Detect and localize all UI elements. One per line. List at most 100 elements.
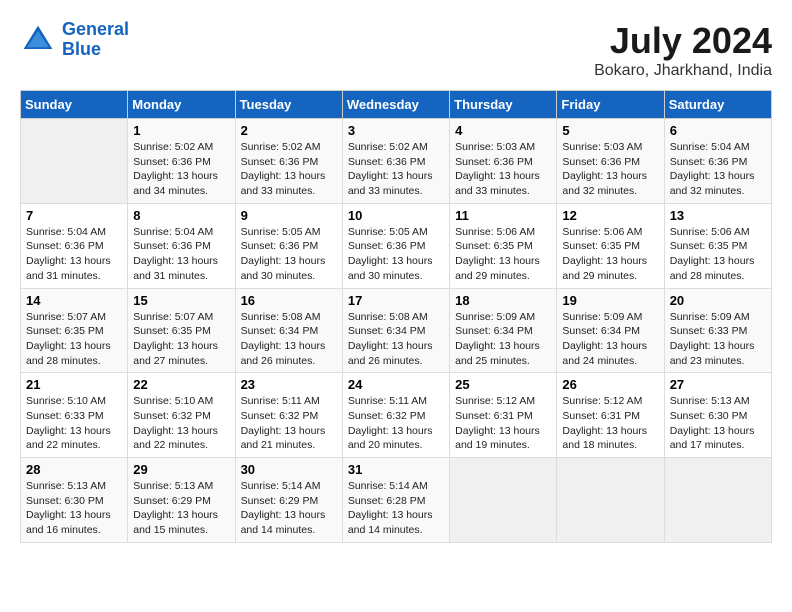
calendar-day-cell: 1 Sunrise: 5:02 AMSunset: 6:36 PMDaylight… — [128, 119, 235, 204]
day-info: Sunrise: 5:03 AMSunset: 6:36 PMDaylight:… — [455, 140, 551, 199]
weekday-header: Wednesday — [342, 91, 449, 119]
day-number: 17 — [348, 293, 444, 308]
weekday-header: Tuesday — [235, 91, 342, 119]
day-number: 28 — [26, 462, 122, 477]
day-info: Sunrise: 5:07 AMSunset: 6:35 PMDaylight:… — [133, 310, 229, 369]
calendar-day-cell: 30 Sunrise: 5:14 AMSunset: 6:29 PMDayligh… — [235, 458, 342, 543]
calendar-day-cell: 3Sunrise: 5:02 AMSunset: 6:36 PMDaylight… — [342, 119, 449, 204]
calendar-day-cell: 4 Sunrise: 5:03 AMSunset: 6:36 PMDaylight… — [450, 119, 557, 204]
day-number: 12 — [562, 208, 658, 223]
logo-icon — [20, 22, 56, 58]
weekday-header: Saturday — [664, 91, 771, 119]
day-info: Sunrise: 5:08 AMSunset: 6:34 PMDaylight:… — [348, 310, 444, 369]
calendar-day-cell: 9Sunrise: 5:05 AMSunset: 6:36 PMDaylight… — [235, 203, 342, 288]
day-number: 23 — [241, 377, 337, 392]
logo: General Blue — [20, 20, 129, 60]
calendar-day-cell: 25 Sunrise: 5:12 AMSunset: 6:31 PMDayligh… — [450, 373, 557, 458]
calendar-day-cell: 27 Sunrise: 5:13 AMSunset: 6:30 PMDayligh… — [664, 373, 771, 458]
day-info: Sunrise: 5:02 AMSunset: 6:36 PMDaylight:… — [241, 140, 337, 199]
calendar-week-row: 28 Sunrise: 5:13 AMSunset: 6:30 PMDayligh… — [21, 458, 772, 543]
calendar-week-row: 1 Sunrise: 5:02 AMSunset: 6:36 PMDaylight… — [21, 119, 772, 204]
day-number: 4 — [455, 123, 551, 138]
calendar-day-cell: 11 Sunrise: 5:06 AMSunset: 6:35 PMDayligh… — [450, 203, 557, 288]
day-number: 20 — [670, 293, 766, 308]
page-header: General Blue July 2024 Bokaro, Jharkhand… — [20, 20, 772, 80]
day-number: 31 — [348, 462, 444, 477]
day-number: 29 — [133, 462, 229, 477]
day-info: Sunrise: 5:04 AMSunset: 6:36 PMDaylight:… — [670, 140, 766, 199]
day-number: 26 — [562, 377, 658, 392]
logo-text: General Blue — [62, 20, 129, 60]
day-number: 25 — [455, 377, 551, 392]
title-block: July 2024 Bokaro, Jharkhand, India — [594, 20, 772, 80]
day-info: Sunrise: 5:11 AMSunset: 6:32 PMDaylight:… — [241, 394, 337, 453]
calendar-day-cell: 18 Sunrise: 5:09 AMSunset: 6:34 PMDayligh… — [450, 288, 557, 373]
calendar-day-cell — [557, 458, 664, 543]
day-info: Sunrise: 5:03 AMSunset: 6:36 PMDaylight:… — [562, 140, 658, 199]
day-info: Sunrise: 5:09 AMSunset: 6:34 PMDaylight:… — [455, 310, 551, 369]
day-info: Sunrise: 5:09 AMSunset: 6:34 PMDaylight:… — [562, 310, 658, 369]
location: Bokaro, Jharkhand, India — [594, 62, 772, 80]
day-info: Sunrise: 5:06 AMSunset: 6:35 PMDaylight:… — [670, 225, 766, 284]
calendar-day-cell: 26 Sunrise: 5:12 AMSunset: 6:31 PMDayligh… — [557, 373, 664, 458]
calendar-week-row: 14 Sunrise: 5:07 AMSunset: 6:35 PMDayligh… — [21, 288, 772, 373]
day-info: Sunrise: 5:13 AMSunset: 6:29 PMDaylight:… — [133, 479, 229, 538]
day-info: Sunrise: 5:06 AMSunset: 6:35 PMDaylight:… — [455, 225, 551, 284]
day-info: Sunrise: 5:04 AMSunset: 6:36 PMDaylight:… — [133, 225, 229, 284]
calendar-table: SundayMondayTuesdayWednesdayThursdayFrid… — [20, 90, 772, 543]
weekday-header: Thursday — [450, 91, 557, 119]
day-info: Sunrise: 5:04 AMSunset: 6:36 PMDaylight:… — [26, 225, 122, 284]
calendar-day-cell: 19 Sunrise: 5:09 AMSunset: 6:34 PMDayligh… — [557, 288, 664, 373]
day-info: Sunrise: 5:13 AMSunset: 6:30 PMDaylight:… — [26, 479, 122, 538]
day-number: 7 — [26, 208, 122, 223]
day-number: 13 — [670, 208, 766, 223]
day-info: Sunrise: 5:02 AMSunset: 6:36 PMDaylight:… — [133, 140, 229, 199]
day-number: 6 — [670, 123, 766, 138]
day-number: 18 — [455, 293, 551, 308]
day-info: Sunrise: 5:07 AMSunset: 6:35 PMDaylight:… — [26, 310, 122, 369]
weekday-header: Friday — [557, 91, 664, 119]
day-info: Sunrise: 5:05 AMSunset: 6:36 PMDaylight:… — [348, 225, 444, 284]
day-info: Sunrise: 5:06 AMSunset: 6:35 PMDaylight:… — [562, 225, 658, 284]
day-info: Sunrise: 5:13 AMSunset: 6:30 PMDaylight:… — [670, 394, 766, 453]
calendar-day-cell: 21Sunrise: 5:10 AMSunset: 6:33 PMDayligh… — [21, 373, 128, 458]
day-number: 30 — [241, 462, 337, 477]
day-number: 3 — [348, 123, 444, 138]
day-info: Sunrise: 5:11 AMSunset: 6:32 PMDaylight:… — [348, 394, 444, 453]
day-number: 11 — [455, 208, 551, 223]
calendar-day-cell: 29 Sunrise: 5:13 AMSunset: 6:29 PMDayligh… — [128, 458, 235, 543]
day-number: 10 — [348, 208, 444, 223]
day-number: 27 — [670, 377, 766, 392]
calendar-day-cell: 23 Sunrise: 5:11 AMSunset: 6:32 PMDayligh… — [235, 373, 342, 458]
day-number: 8 — [133, 208, 229, 223]
calendar-day-cell: 31 Sunrise: 5:14 AMSunset: 6:28 PMDayligh… — [342, 458, 449, 543]
calendar-day-cell: 14 Sunrise: 5:07 AMSunset: 6:35 PMDayligh… — [21, 288, 128, 373]
day-info: Sunrise: 5:10 AMSunset: 6:33 PMDaylight:… — [26, 394, 122, 453]
logo-line1: General — [62, 19, 129, 39]
calendar-day-cell: 22 Sunrise: 5:10 AMSunset: 6:32 PMDayligh… — [128, 373, 235, 458]
calendar-week-row: 21Sunrise: 5:10 AMSunset: 6:33 PMDayligh… — [21, 373, 772, 458]
day-number: 5 — [562, 123, 658, 138]
calendar-day-cell — [664, 458, 771, 543]
day-info: Sunrise: 5:12 AMSunset: 6:31 PMDaylight:… — [562, 394, 658, 453]
calendar-day-cell: 8 Sunrise: 5:04 AMSunset: 6:36 PMDaylight… — [128, 203, 235, 288]
weekday-header: Sunday — [21, 91, 128, 119]
day-info: Sunrise: 5:14 AMSunset: 6:28 PMDaylight:… — [348, 479, 444, 538]
weekday-header: Monday — [128, 91, 235, 119]
day-info: Sunrise: 5:10 AMSunset: 6:32 PMDaylight:… — [133, 394, 229, 453]
day-number: 22 — [133, 377, 229, 392]
calendar-day-cell: 7 Sunrise: 5:04 AMSunset: 6:36 PMDaylight… — [21, 203, 128, 288]
day-info: Sunrise: 5:12 AMSunset: 6:31 PMDaylight:… — [455, 394, 551, 453]
day-number: 14 — [26, 293, 122, 308]
calendar-day-cell: 6 Sunrise: 5:04 AMSunset: 6:36 PMDaylight… — [664, 119, 771, 204]
calendar-day-cell: 5 Sunrise: 5:03 AMSunset: 6:36 PMDaylight… — [557, 119, 664, 204]
day-number: 19 — [562, 293, 658, 308]
weekday-header-row: SundayMondayTuesdayWednesdayThursdayFrid… — [21, 91, 772, 119]
calendar-day-cell — [450, 458, 557, 543]
calendar-day-cell: 28 Sunrise: 5:13 AMSunset: 6:30 PMDayligh… — [21, 458, 128, 543]
day-info: Sunrise: 5:14 AMSunset: 6:29 PMDaylight:… — [241, 479, 337, 538]
day-number: 9 — [241, 208, 337, 223]
calendar-day-cell: 20Sunrise: 5:09 AMSunset: 6:33 PMDayligh… — [664, 288, 771, 373]
day-number: 1 — [133, 123, 229, 138]
calendar-day-cell: 13 Sunrise: 5:06 AMSunset: 6:35 PMDayligh… — [664, 203, 771, 288]
